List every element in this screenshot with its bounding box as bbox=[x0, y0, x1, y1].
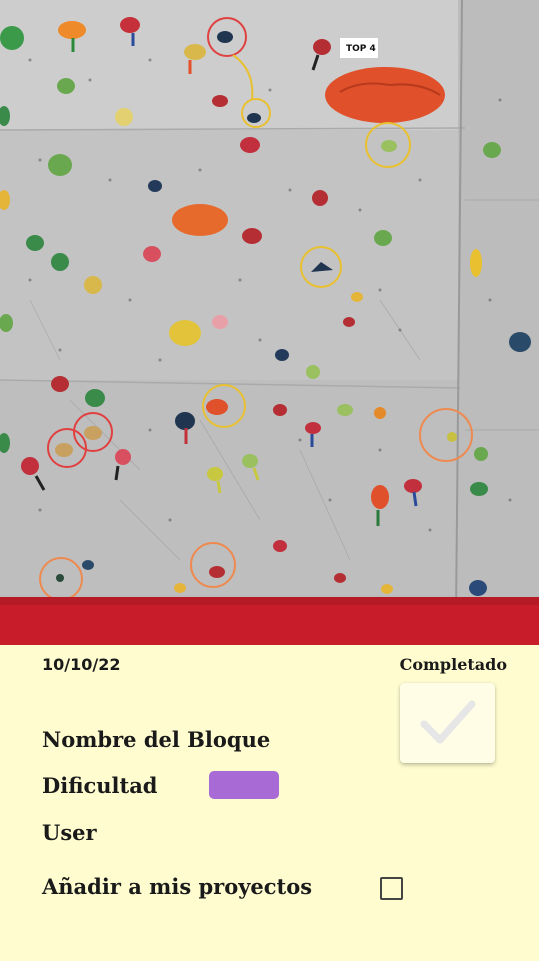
completed-label: Completado bbox=[399, 655, 507, 674]
boulder-date: 10/10/22 bbox=[42, 655, 121, 674]
boulder-photo: TOP 4 bbox=[0, 0, 539, 645]
completed-toggle-button[interactable] bbox=[400, 683, 495, 763]
boulder-info-panel: 10/10/22 Completado Nombre del Bloque Di… bbox=[0, 645, 539, 961]
add-to-projects-label: Añadir a mis proyectos bbox=[42, 874, 313, 899]
checkmark-icon bbox=[420, 700, 475, 744]
top-marker-label: TOP 4 bbox=[346, 44, 376, 54]
climbing-wall-image: TOP 4 bbox=[0, 0, 539, 645]
difficulty-label: Dificultad bbox=[42, 773, 158, 798]
add-to-projects-checkbox[interactable] bbox=[380, 877, 403, 900]
user-label: User bbox=[42, 820, 97, 845]
boulder-name-label: Nombre del Bloque bbox=[42, 727, 271, 752]
difficulty-color-swatch bbox=[209, 771, 279, 799]
